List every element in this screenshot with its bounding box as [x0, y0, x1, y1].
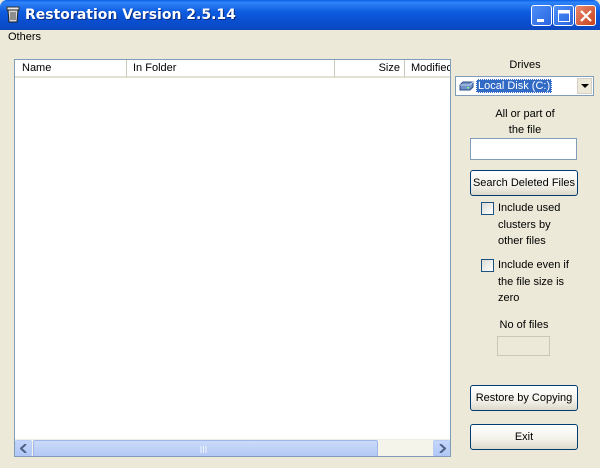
list-header: Name In Folder Size Modified: [15, 60, 450, 78]
scroll-thumb[interactable]: [33, 440, 378, 456]
scroll-right-button[interactable]: [433, 440, 450, 456]
maximize-icon: [558, 10, 570, 22]
option-2-line-2: the file size is: [498, 275, 565, 288]
no-of-files-label: No of files: [499, 319, 549, 331]
minimize-icon: [537, 19, 544, 22]
column-header-in-folder[interactable]: In Folder: [127, 60, 335, 78]
search-deleted-files-button[interactable]: Search Deleted Files: [470, 170, 578, 196]
close-button[interactable]: [575, 5, 596, 26]
menu-bar: Others: [0, 30, 600, 48]
file-list[interactable]: Name In Folder Size Modified: [14, 59, 451, 457]
option-2-line-3: zero: [498, 292, 520, 304]
scroll-left-button[interactable]: [15, 440, 32, 456]
drives-label: Drives: [509, 59, 541, 71]
maximize-button[interactable]: [553, 5, 574, 26]
minimize-button[interactable]: [531, 5, 552, 26]
close-icon: [580, 10, 592, 22]
file-label-line-1: All or part of: [495, 108, 555, 120]
dropdown-button[interactable]: [577, 78, 592, 94]
no-of-files-value: [497, 336, 550, 356]
column-header-name[interactable]: Name: [15, 60, 127, 78]
file-name-input[interactable]: [470, 138, 577, 160]
drive-selected-value: Local Disk (C:): [476, 79, 553, 93]
file-name-label: All or part of the file: [470, 106, 580, 138]
recycle-bin-icon: [6, 6, 20, 23]
chevron-down-icon: [581, 84, 589, 88]
hard-drive-icon: [459, 81, 474, 91]
column-header-size[interactable]: Size: [335, 60, 405, 78]
arrow-right-icon: [439, 444, 446, 453]
option-1-line-1: Include used: [498, 202, 561, 214]
column-header-modified[interactable]: Modified: [405, 60, 450, 78]
include-zero-size-label: Include even if the file size is zero: [498, 257, 588, 307]
scroll-grip-icon: [200, 446, 207, 453]
include-used-clusters-label: Include used clusters by other files: [498, 200, 588, 250]
drive-dropdown[interactable]: Local Disk (C:): [455, 76, 594, 96]
option-2-line-1: Include even if: [498, 259, 569, 271]
menu-others[interactable]: Others: [8, 31, 41, 43]
option-1-line-2: clusters by: [498, 218, 551, 231]
include-zero-size-checkbox[interactable]: [481, 259, 494, 272]
horizontal-scrollbar[interactable]: [15, 439, 450, 456]
restore-by-copying-button[interactable]: Restore by Copying: [470, 385, 578, 411]
file-label-line-2: the file: [508, 124, 542, 136]
include-used-clusters-checkbox[interactable]: [481, 202, 494, 215]
arrow-left-icon: [20, 444, 27, 453]
exit-button[interactable]: Exit: [470, 424, 578, 450]
window-title: Restoration Version 2.5.14: [25, 7, 236, 23]
title-bar: Restoration Version 2.5.14: [0, 0, 600, 30]
option-1-line-3: other files: [498, 235, 546, 247]
